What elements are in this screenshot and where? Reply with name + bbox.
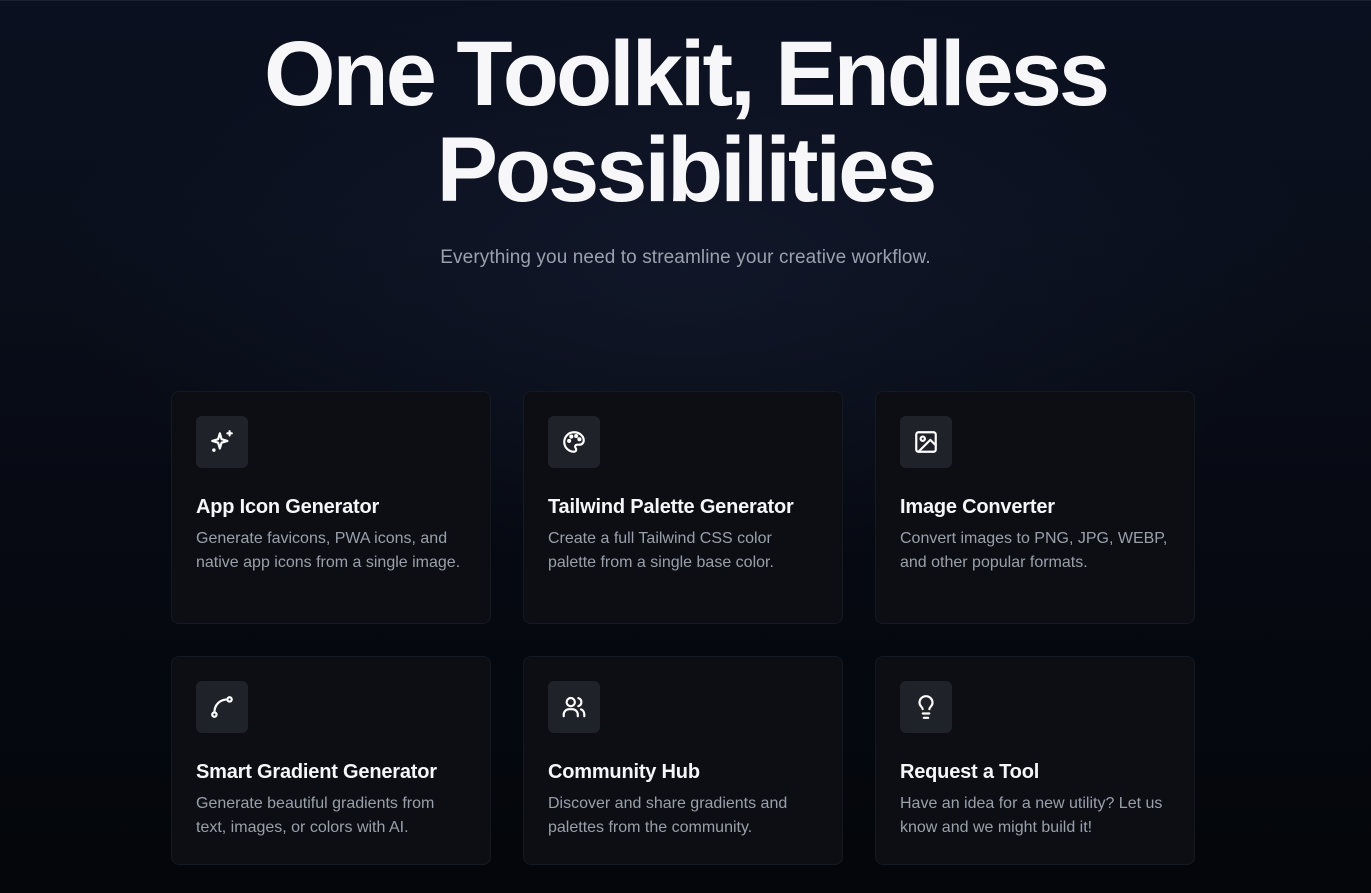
users-icon: [548, 681, 600, 733]
top-divider: [0, 0, 1371, 1]
palette-icon: [548, 416, 600, 468]
tool-card-description: Generate favicons, PWA icons, and native…: [196, 530, 461, 571]
hero-title: One Toolkit, Endless Possibilities: [0, 26, 1371, 218]
tool-card-title: Request a Tool: [900, 761, 1040, 783]
tool-card-title: App Icon Generator: [196, 496, 380, 518]
tool-card-smart-gradient-generator[interactable]: Smart Gradient Generator Generate beauti…: [171, 656, 491, 865]
lightbulb-icon: [900, 681, 952, 733]
tool-card-description: Have an idea for a new utility? Let us k…: [900, 795, 1163, 836]
sparkles-icon: [196, 416, 248, 468]
hero-title-line-1: One Toolkit, Endless: [263, 23, 1110, 125]
spline-icon: [196, 681, 248, 733]
tool-card-title: Image Converter: [900, 496, 1055, 518]
tool-card-description: Convert images to PNG, JPG, WEBP, and ot…: [900, 530, 1168, 571]
tools-grid-row-1: App Icon Generator Generate favicons, PW…: [171, 391, 1195, 624]
tool-card-description: Discover and share gradients and palette…: [548, 795, 788, 836]
tool-card-description: Generate beautiful gradients from text, …: [196, 795, 435, 836]
hero-subtitle: Everything you need to streamline your c…: [440, 247, 931, 268]
tools-grid-row-2: Smart Gradient Generator Generate beauti…: [171, 656, 1195, 865]
hero-title-line-2: Possibilities: [436, 119, 938, 221]
tool-card-image-converter[interactable]: Image Converter Convert images to PNG, J…: [875, 391, 1195, 624]
tool-card-title: Tailwind Palette Generator: [548, 496, 794, 518]
tool-card-title: Smart Gradient Generator: [196, 761, 437, 783]
tool-card-title: Community Hub: [548, 761, 700, 783]
image-icon: [900, 416, 952, 468]
tool-card-community-hub[interactable]: Community Hub Discover and share gradien…: [523, 656, 843, 865]
tool-card-app-icon-generator[interactable]: App Icon Generator Generate favicons, PW…: [171, 391, 491, 624]
tool-card-request-a-tool[interactable]: Request a Tool Have an idea for a new ut…: [875, 656, 1195, 865]
tool-card-description: Create a full Tailwind CSS color palette…: [548, 530, 774, 571]
tool-card-tailwind-palette-generator[interactable]: Tailwind Palette Generator Create a full…: [523, 391, 843, 624]
